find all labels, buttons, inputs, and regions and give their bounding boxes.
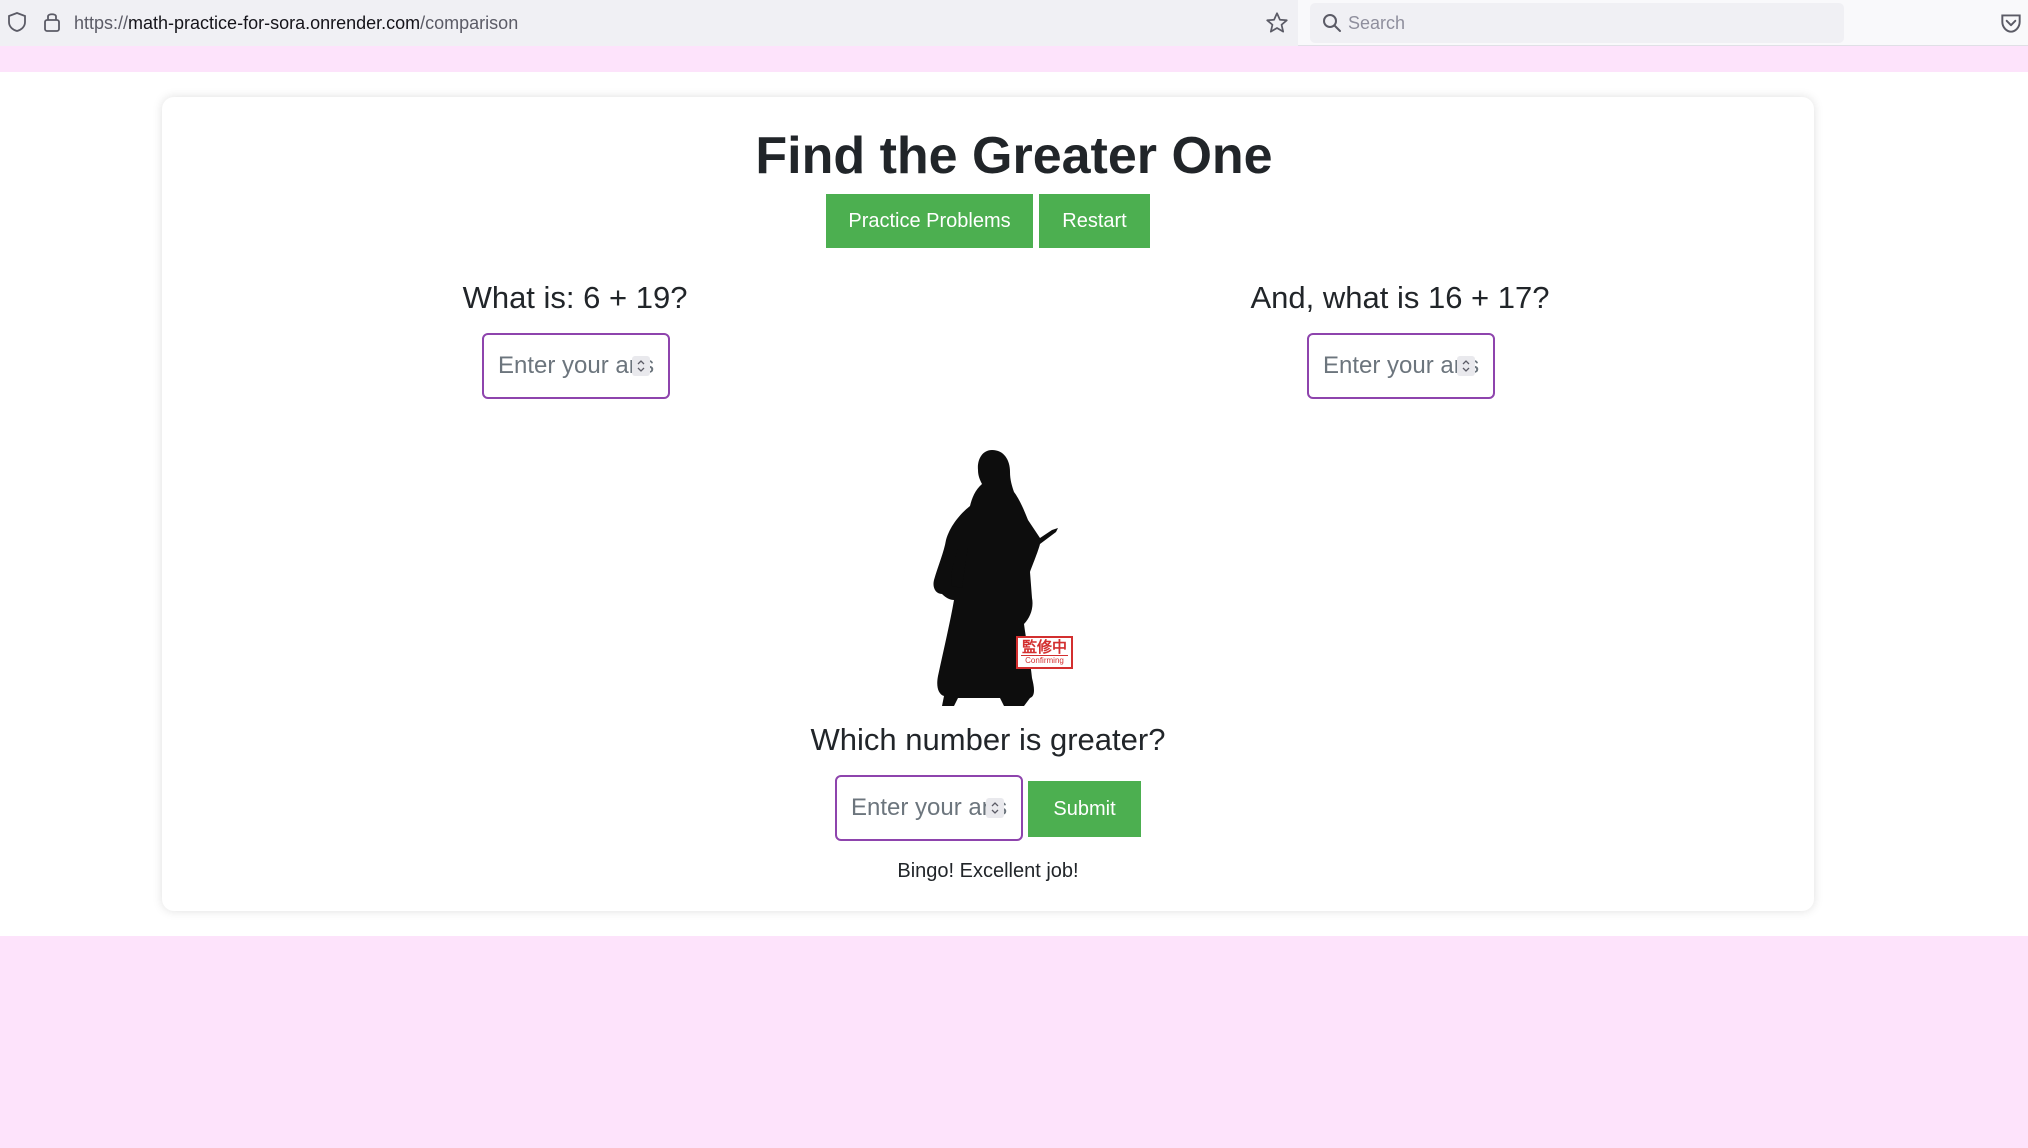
- stamp-subtext: Confirming: [1021, 655, 1068, 666]
- spinner-icon[interactable]: [986, 798, 1004, 818]
- submit-button[interactable]: Submit: [1028, 781, 1141, 837]
- confirming-stamp: 監修中 Confirming: [1016, 636, 1073, 669]
- spinner-icon[interactable]: [1457, 356, 1475, 376]
- page-title: Find the Greater One: [755, 127, 1273, 185]
- search-bar[interactable]: Search: [1310, 3, 1844, 43]
- url-text[interactable]: https://math-practice-for-sora.onrender.…: [74, 0, 518, 46]
- stamp-text: 監修中: [1021, 638, 1067, 656]
- spinner-icon[interactable]: [632, 356, 650, 376]
- shield-icon[interactable]: [5, 10, 29, 34]
- lock-icon[interactable]: [40, 9, 64, 35]
- comparison-question: Which number is greater?: [810, 722, 1166, 757]
- search-placeholder: Search: [1348, 13, 1406, 33]
- pocket-icon[interactable]: [1998, 10, 2024, 36]
- bookmark-star-icon[interactable]: [1264, 10, 1290, 36]
- address-bar[interactable]: https://math-practice-for-sora.onrender.…: [0, 0, 1298, 46]
- question-two: And, what is 16 + 17?: [1250, 280, 1550, 315]
- character-silhouette-image: [933, 450, 1058, 706]
- feedback-message: Bingo! Excellent job!: [897, 860, 1079, 882]
- restart-button[interactable]: Restart: [1039, 194, 1150, 248]
- browser-toolbar: https://math-practice-for-sora.onrender.…: [0, 0, 2028, 46]
- question-one: What is: 6 + 19?: [462, 280, 688, 315]
- search-icon: [1323, 14, 1341, 32]
- practice-problems-button[interactable]: Practice Problems: [826, 194, 1033, 248]
